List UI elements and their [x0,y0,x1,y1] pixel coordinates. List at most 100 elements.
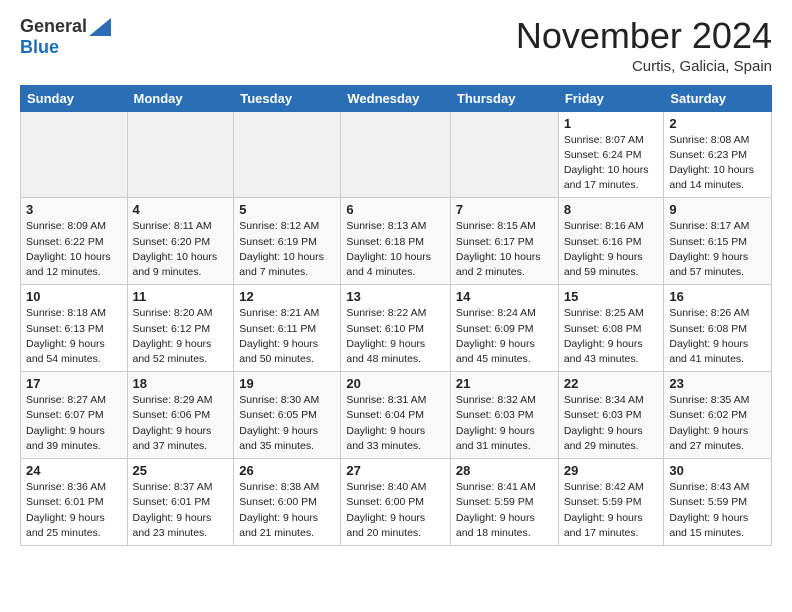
day-number: 20 [346,376,445,391]
day-number: 10 [26,289,122,304]
sunrise: Sunrise: 8:43 AM [669,481,749,493]
day-number: 15 [564,289,659,304]
day-number: 26 [239,463,335,478]
daylight: Daylight: 9 hours and 20 minutes. [346,512,425,539]
daylight: Daylight: 10 hours and 14 minutes. [669,164,754,191]
day-number: 4 [133,202,229,217]
day-info: Sunrise: 8:36 AMSunset: 6:01 PMDaylight:… [26,480,122,541]
day-info: Sunrise: 8:40 AMSunset: 6:00 PMDaylight:… [346,480,445,541]
day-info: Sunrise: 8:15 AMSunset: 6:17 PMDaylight:… [456,219,553,280]
day-info: Sunrise: 8:17 AM Sunset: 6:15 PM Daylight:… [669,219,766,280]
daylight: Daylight: 9 hours and 48 minutes. [346,338,425,365]
day-info: Sunrise: 8:35 AMSunset: 6:02 PMDaylight:… [669,393,766,454]
sunrise: Sunrise: 8:26 AM [669,307,749,319]
logo-general: General [20,16,87,37]
table-row [127,111,234,198]
sunset: Sunset: 6:20 PM [133,236,211,248]
sunrise: Sunrise: 8:07 AM [564,134,644,146]
daylight: Daylight: 9 hours and 18 minutes. [456,512,535,539]
sunrise: Sunrise: 8:17 AM [669,220,749,232]
day-number: 17 [26,376,122,391]
table-row [450,111,558,198]
sunset: Sunset: 6:01 PM [26,496,104,508]
sunrise: Sunrise: 8:27 AM [26,394,106,406]
table-row: 11Sunrise: 8:20 AMSunset: 6:12 PMDayligh… [127,285,234,372]
table-row: 20 Sunrise: 8:31 AMSunset: 6:04 PMDayligh… [341,372,451,459]
table-row: 27 Sunrise: 8:40 AMSunset: 6:00 PMDayligh… [341,459,451,546]
sunrise: Sunrise: 8:16 AM [564,220,644,232]
table-row: 2Sunrise: 8:08 AMSunset: 6:23 PMDaylight… [664,111,772,198]
sunrise: Sunrise: 8:12 AM [239,220,319,232]
logo-blue: Blue [20,37,59,58]
table-row: 3Sunrise: 8:09 AMSunset: 6:22 PMDaylight… [21,198,128,285]
table-row: 24 Sunrise: 8:36 AMSunset: 6:01 PMDayligh… [21,459,128,546]
daylight: Daylight: 9 hours and 29 minutes. [564,425,643,452]
daylight: Daylight: 9 hours and 50 minutes. [239,338,318,365]
col-wednesday: Wednesday [341,85,451,111]
table-row [341,111,451,198]
sunset: Sunset: 6:10 PM [346,323,424,335]
day-info: Sunrise: 8:29 AMSunset: 6:06 PMDaylight:… [133,393,229,454]
day-info: Sunrise: 8:41 AMSunset: 5:59 PMDaylight:… [456,480,553,541]
sunset: Sunset: 6:08 PM [564,323,642,335]
table-row: 25Sunrise: 8:37 AMSunset: 6:01 PMDayligh… [127,459,234,546]
col-saturday: Saturday [664,85,772,111]
day-info: Sunrise: 8:32 AMSunset: 6:03 PMDaylight:… [456,393,553,454]
table-row: 21 Sunrise: 8:32 AMSunset: 6:03 PMDayligh… [450,372,558,459]
daylight: Daylight: 10 hours and 7 minutes. [239,251,324,278]
sunset: Sunset: 6:15 PM [669,236,747,248]
day-info: Sunrise: 8:31 AMSunset: 6:04 PMDaylight:… [346,393,445,454]
day-info: Sunrise: 8:34 AM Sunset: 6:03 PM Daylight:… [564,393,659,454]
sunset: Sunset: 5:59 PM [456,496,534,508]
daylight: Daylight: 9 hours and 33 minutes. [346,425,425,452]
table-row: 4Sunrise: 8:11 AMSunset: 6:20 PMDaylight… [127,198,234,285]
col-tuesday: Tuesday [234,85,341,111]
day-number: 24 [26,463,122,478]
day-number: 5 [239,202,335,217]
col-monday: Monday [127,85,234,111]
sunrise: Sunrise: 8:15 AM [456,220,536,232]
daylight: Daylight: 9 hours and 31 minutes. [456,425,535,452]
sunrise: Sunrise: 8:21 AM [239,307,319,319]
sunrise: Sunrise: 8:42 AM [564,481,644,493]
sunset: Sunset: 6:00 PM [346,496,424,508]
day-info: Sunrise: 8:18 AMSunset: 6:13 PMDaylight:… [26,306,122,367]
page: General Blue November 2024 Curtis, Galic… [0,0,792,562]
table-row: 10 Sunrise: 8:18 AMSunset: 6:13 PMDayligh… [21,285,128,372]
daylight: Daylight: 9 hours and 57 minutes. [669,251,748,278]
daylight: Daylight: 9 hours and 25 minutes. [26,512,105,539]
daylight: Daylight: 10 hours and 17 minutes. [564,164,649,191]
sunset: Sunset: 6:03 PM [564,409,642,421]
calendar-week-row: 1Sunrise: 8:07 AMSunset: 6:24 PMDaylight… [21,111,772,198]
col-friday: Friday [558,85,664,111]
day-number: 29 [564,463,659,478]
table-row: 12Sunrise: 8:21 AMSunset: 6:11 PMDayligh… [234,285,341,372]
sunrise: Sunrise: 8:20 AM [133,307,213,319]
table-row: 13Sunrise: 8:22 AMSunset: 6:10 PMDayligh… [341,285,451,372]
table-row: 7Sunrise: 8:15 AMSunset: 6:17 PMDaylight… [450,198,558,285]
sunset: Sunset: 6:17 PM [456,236,534,248]
day-info: Sunrise: 8:24 AMSunset: 6:09 PMDaylight:… [456,306,553,367]
day-number: 6 [346,202,445,217]
sunrise: Sunrise: 8:30 AM [239,394,319,406]
calendar-week-row: 17 Sunrise: 8:27 AM Sunset: 6:07 PM Dayligh… [21,372,772,459]
table-row: 16Sunrise: 8:26 AMSunset: 6:08 PMDayligh… [664,285,772,372]
sunrise: Sunrise: 8:34 AM [564,394,644,406]
day-number: 3 [26,202,122,217]
daylight: Daylight: 9 hours and 23 minutes. [133,512,212,539]
table-row: 15Sunrise: 8:25 AMSunset: 6:08 PMDayligh… [558,285,664,372]
location: Curtis, Galicia, Spain [516,58,772,75]
logo-text: General [20,16,111,37]
sunset: Sunset: 6:07 PM [26,409,104,421]
day-info: Sunrise: 8:27 AMSunset: 6:07 PMDaylight:… [26,393,122,454]
sunset: Sunset: 6:23 PM [669,149,747,161]
table-row: 19Sunrise: 8:30 AMSunset: 6:05 PMDayligh… [234,372,341,459]
daylight: Daylight: 9 hours and 17 minutes. [564,512,643,539]
day-number: 27 [346,463,445,478]
day-number: 9 [669,202,766,217]
day-number: 21 [456,376,553,391]
day-number: 25 [133,463,229,478]
day-number: 7 [456,202,553,217]
day-info: Sunrise: 8:12 AMSunset: 6:19 PMDaylight:… [239,219,335,280]
daylight: Daylight: 9 hours and 35 minutes. [239,425,318,452]
